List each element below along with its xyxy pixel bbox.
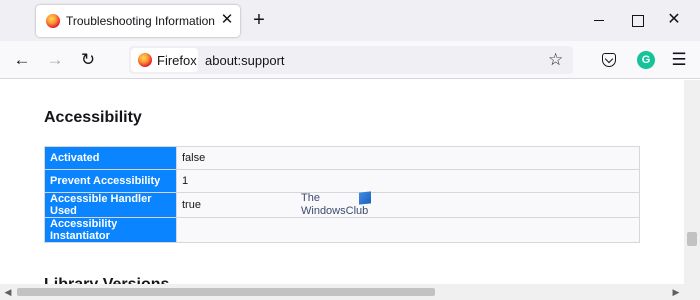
horizontal-scrollbar-thumb[interactable]	[17, 288, 435, 296]
window-close-button[interactable]: ✕	[664, 10, 684, 30]
minimize-button[interactable]	[589, 10, 609, 30]
tab-title: Troubleshooting Information	[66, 14, 215, 28]
bookmark-star-icon[interactable]: ☆	[548, 50, 563, 70]
tab-strip: Troubleshooting Information ✕ + ✕	[0, 0, 700, 41]
pocket-icon[interactable]	[602, 53, 616, 67]
watermark-logo-icon	[359, 191, 371, 205]
row-label: Accessible Handler Used	[44, 192, 177, 218]
reload-icon[interactable]: ↻	[77, 49, 99, 71]
grammarly-extension-icon[interactable]: G	[637, 51, 655, 69]
row-value	[176, 217, 640, 243]
identity-box[interactable]: Firefox	[131, 48, 198, 72]
maximize-button[interactable]	[627, 10, 647, 30]
table-row: Prevent Accessibility 1	[44, 169, 640, 193]
vertical-scrollbar-thumb[interactable]	[687, 232, 697, 246]
scroll-left-arrow-icon[interactable]: ◀	[0, 284, 16, 300]
row-value: 1	[176, 169, 640, 193]
row-label: Accessibility Instantiator	[44, 217, 177, 243]
identity-label: Firefox	[157, 53, 197, 68]
new-tab-button[interactable]: +	[249, 10, 269, 30]
vertical-scrollbar[interactable]	[684, 80, 700, 284]
section-title-accessibility: Accessibility	[44, 109, 142, 126]
section-title-library-versions: Library Versions	[44, 276, 169, 284]
forward-arrow-icon[interactable]: →	[44, 49, 66, 71]
back-arrow-icon[interactable]: ←	[11, 49, 33, 71]
scroll-right-arrow-icon[interactable]: ▶	[668, 284, 684, 300]
nav-toolbar: ← → ↻ Firefox about:support ☆ G ☰	[0, 41, 700, 79]
horizontal-scrollbar[interactable]: ◀ ▶	[0, 284, 684, 300]
table-row: Accessibility Instantiator	[44, 217, 640, 243]
row-value: true	[176, 192, 640, 218]
page-content: Accessibility Activated false Prevent Ac…	[0, 80, 684, 284]
close-tab-icon[interactable]: ✕	[219, 12, 235, 28]
row-value: false	[176, 146, 640, 170]
hamburger-menu-icon[interactable]: ☰	[670, 49, 688, 71]
url-text[interactable]: about:support	[205, 53, 285, 68]
scrollbar-corner	[684, 284, 700, 300]
tab-troubleshooting[interactable]: Troubleshooting Information ✕	[36, 5, 240, 37]
firefox-icon	[138, 53, 152, 67]
table-row: Activated false	[44, 146, 640, 170]
row-label: Activated	[44, 146, 177, 170]
firefox-icon	[46, 14, 60, 28]
row-label: Prevent Accessibility	[44, 169, 177, 193]
address-bar[interactable]: Firefox about:support ☆	[129, 46, 573, 74]
watermark-line2: WindowsClub	[301, 205, 369, 217]
